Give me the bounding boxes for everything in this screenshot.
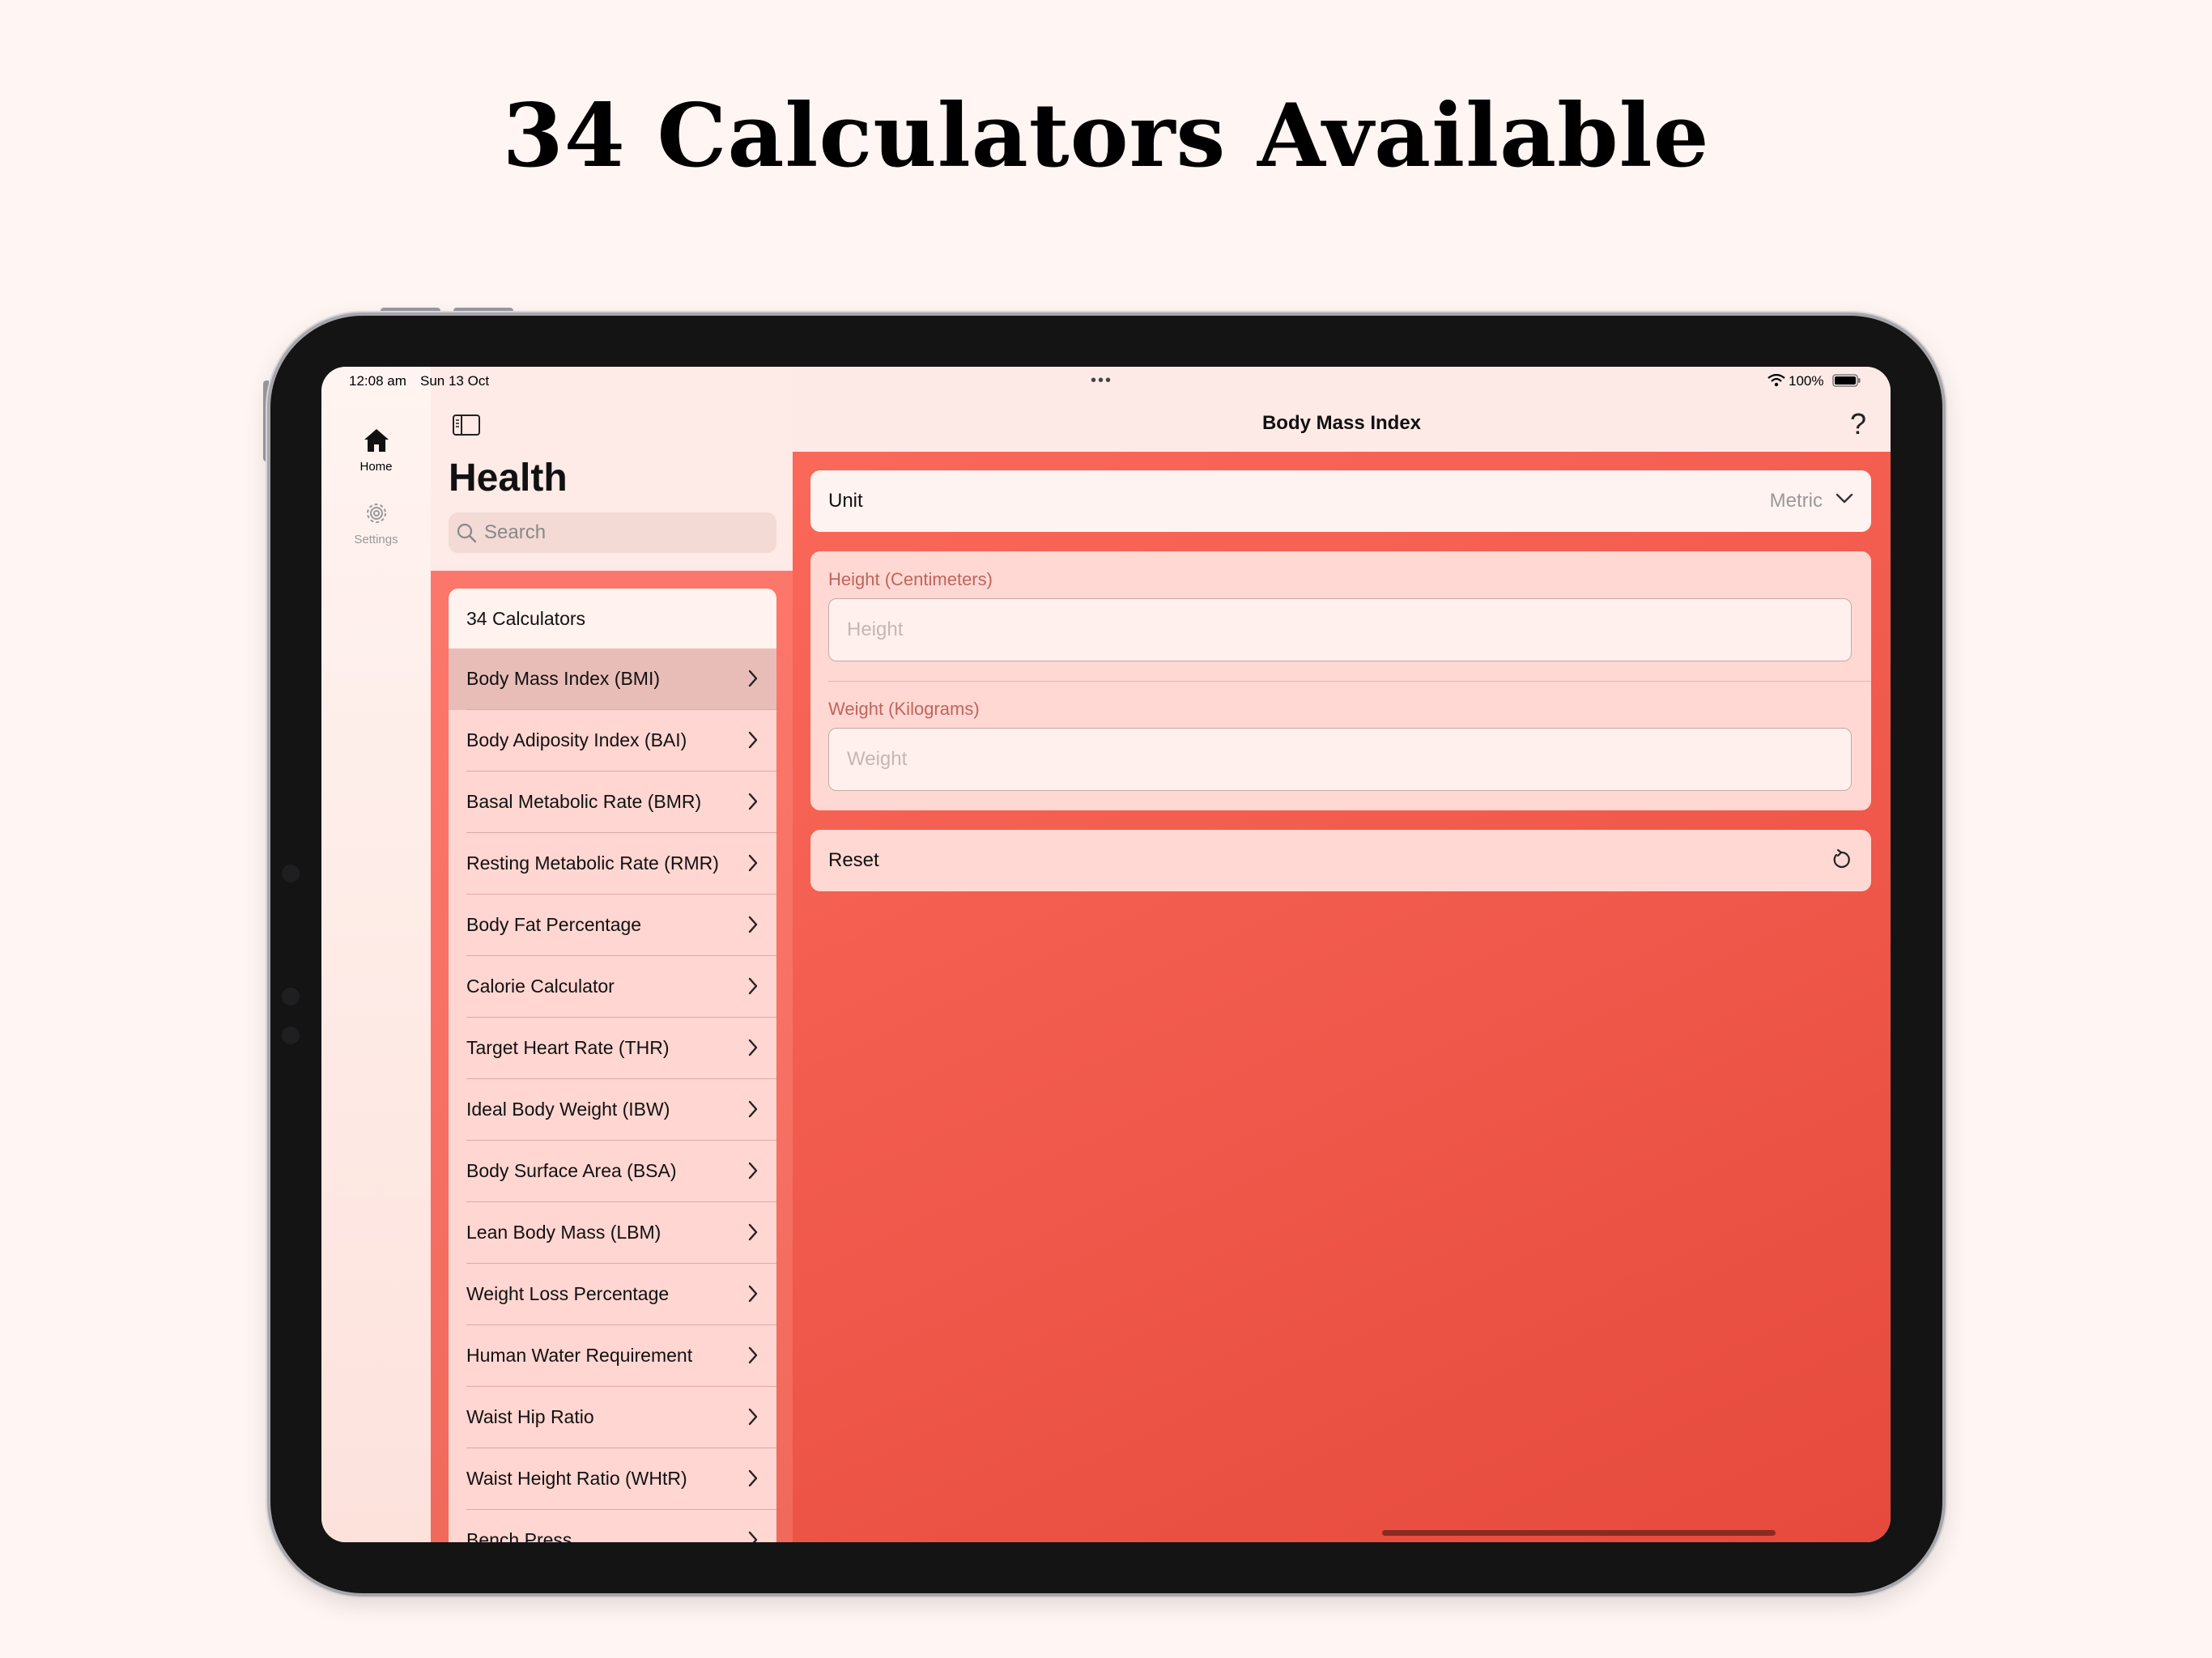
list-item[interactable]: Body Fat Percentage (449, 895, 776, 956)
tab-rail: Home Settings (321, 367, 431, 1542)
height-label: Height (Centimeters) (828, 569, 993, 589)
status-time: 12:08 am (349, 373, 406, 389)
help-button[interactable]: ? (1850, 407, 1866, 441)
list-item-label: Waist Height Ratio (WHtR) (466, 1468, 687, 1489)
list-item[interactable]: Calorie Calculator (449, 956, 776, 1018)
list-item[interactable]: Body Adiposity Index (BAI) (449, 710, 776, 772)
list-item[interactable]: Basal Metabolic Rate (BMR) (449, 772, 776, 833)
list-item[interactable]: Waist Hip Ratio (449, 1387, 776, 1448)
list-item[interactable]: Target Heart Rate (THR) (449, 1018, 776, 1079)
ipad-screen: Home Settings Health Search 34 Calculato… (321, 367, 1891, 1542)
list-item[interactable]: Waist Height Ratio (WHtR) (449, 1448, 776, 1510)
house-icon (364, 429, 389, 452)
detail-title: Body Mass Index (1261, 412, 1422, 434)
detail-nav-bar: Body Mass Index ? (793, 367, 1891, 452)
device-sensor (282, 988, 300, 1005)
chevron-right-icon (748, 670, 758, 687)
chevron-right-icon (748, 1223, 758, 1241)
chevron-right-icon (748, 1162, 758, 1180)
unit-picker[interactable]: Unit Metric (810, 470, 1871, 532)
list-header: 34 Calculators (449, 589, 776, 648)
list-item[interactable]: Resting Metabolic Rate (RMR) (449, 833, 776, 895)
chevron-right-icon (748, 1408, 758, 1426)
list-item[interactable]: Bench Press (449, 1510, 776, 1542)
list-item[interactable]: Body Mass Index (BMI) (449, 648, 776, 710)
sidebar-header: Health Search (431, 367, 793, 571)
chevron-right-icon (748, 1100, 758, 1118)
list-item-label: Resting Metabolic Rate (RMR) (466, 852, 719, 874)
device-sensor (282, 1027, 300, 1044)
chevron-right-icon (748, 1039, 758, 1056)
list-item[interactable]: Ideal Body Weight (IBW) (449, 1079, 776, 1141)
detail-pane: Body Mass Index ? Unit Metric Height (Ce… (793, 367, 1891, 1542)
chevron-right-icon (748, 793, 758, 810)
list-item[interactable]: Body Surface Area (BSA) (449, 1141, 776, 1202)
chevron-right-icon (748, 731, 758, 749)
multitasking-dots[interactable]: ••• (1091, 372, 1112, 389)
list-item-label: Human Water Requirement (466, 1345, 693, 1366)
rail-item-home[interactable]: Home (321, 427, 431, 474)
rail-item-settings[interactable]: Settings (321, 500, 431, 546)
search-field[interactable]: Search (449, 512, 776, 553)
weight-placeholder: Weight (847, 748, 908, 770)
list-item[interactable]: Human Water Requirement (449, 1325, 776, 1387)
chevron-right-icon (748, 1531, 758, 1542)
rail-label-settings: Settings (354, 533, 398, 546)
home-indicator (1382, 1530, 1776, 1536)
list-item-label: Target Heart Rate (THR) (466, 1037, 670, 1058)
list-item-label: Calorie Calculator (466, 976, 615, 997)
chevron-right-icon (748, 854, 758, 872)
battery-percent: 100% (1789, 373, 1824, 389)
calculator-list: 34 Calculators Body Mass Index (BMI) Body… (449, 589, 776, 1542)
battery-icon (1832, 374, 1861, 387)
list-item-label: Waist Hip Ratio (466, 1406, 594, 1427)
height-input[interactable]: Height (828, 598, 1852, 661)
wifi-icon (1767, 374, 1785, 387)
device-sensor (282, 865, 300, 882)
chevron-right-icon (748, 916, 758, 933)
list-item-label: Ideal Body Weight (IBW) (466, 1099, 670, 1120)
unit-value: Metric (1769, 490, 1823, 512)
list-item[interactable]: Weight Loss Percentage (449, 1264, 776, 1325)
chevron-right-icon (748, 977, 758, 995)
reset-icon (1833, 848, 1850, 869)
page-headline: 34 Calculators Available (502, 85, 1710, 187)
list-item-label: Body Surface Area (BSA) (466, 1160, 677, 1181)
reset-button[interactable]: Reset (810, 830, 1871, 891)
rail-label-home: Home (359, 460, 393, 474)
sidebar: Health Search 34 Calculators Body Mass I… (431, 367, 793, 1542)
list-item-label: Bench Press (466, 1529, 572, 1542)
list-item[interactable]: Lean Body Mass (LBM) (449, 1202, 776, 1264)
list-item-label: Weight Loss Percentage (466, 1283, 670, 1304)
weight-label: Weight (Kilograms) (828, 699, 980, 719)
calculator-count: 34 Calculators (466, 608, 586, 629)
sidebar-title: Health (449, 457, 568, 500)
chevron-down-icon (1836, 493, 1853, 504)
divider (828, 681, 1871, 682)
sidebar-toggle-icon[interactable] (452, 414, 481, 436)
input-card: Height (Centimeters) Height Weight (Kilo… (810, 551, 1871, 810)
status-date: Sun 13 Oct (420, 373, 490, 389)
height-placeholder: Height (847, 619, 904, 640)
unit-label: Unit (828, 490, 863, 512)
list-item-label: Body Mass Index (BMI) (466, 668, 661, 689)
search-icon (457, 523, 477, 543)
reset-label: Reset (828, 849, 879, 871)
weight-input[interactable]: Weight (828, 728, 1852, 791)
search-placeholder: Search (484, 521, 547, 543)
list-item-label: Lean Body Mass (LBM) (466, 1222, 661, 1243)
list-item-label: Body Fat Percentage (466, 914, 642, 935)
list-item-label: Basal Metabolic Rate (BMR) (466, 791, 702, 812)
chevron-right-icon (748, 1285, 758, 1303)
gear-icon (366, 504, 386, 523)
chevron-right-icon (748, 1346, 758, 1364)
list-item-label: Body Adiposity Index (BAI) (466, 729, 687, 750)
chevron-right-icon (748, 1469, 758, 1487)
